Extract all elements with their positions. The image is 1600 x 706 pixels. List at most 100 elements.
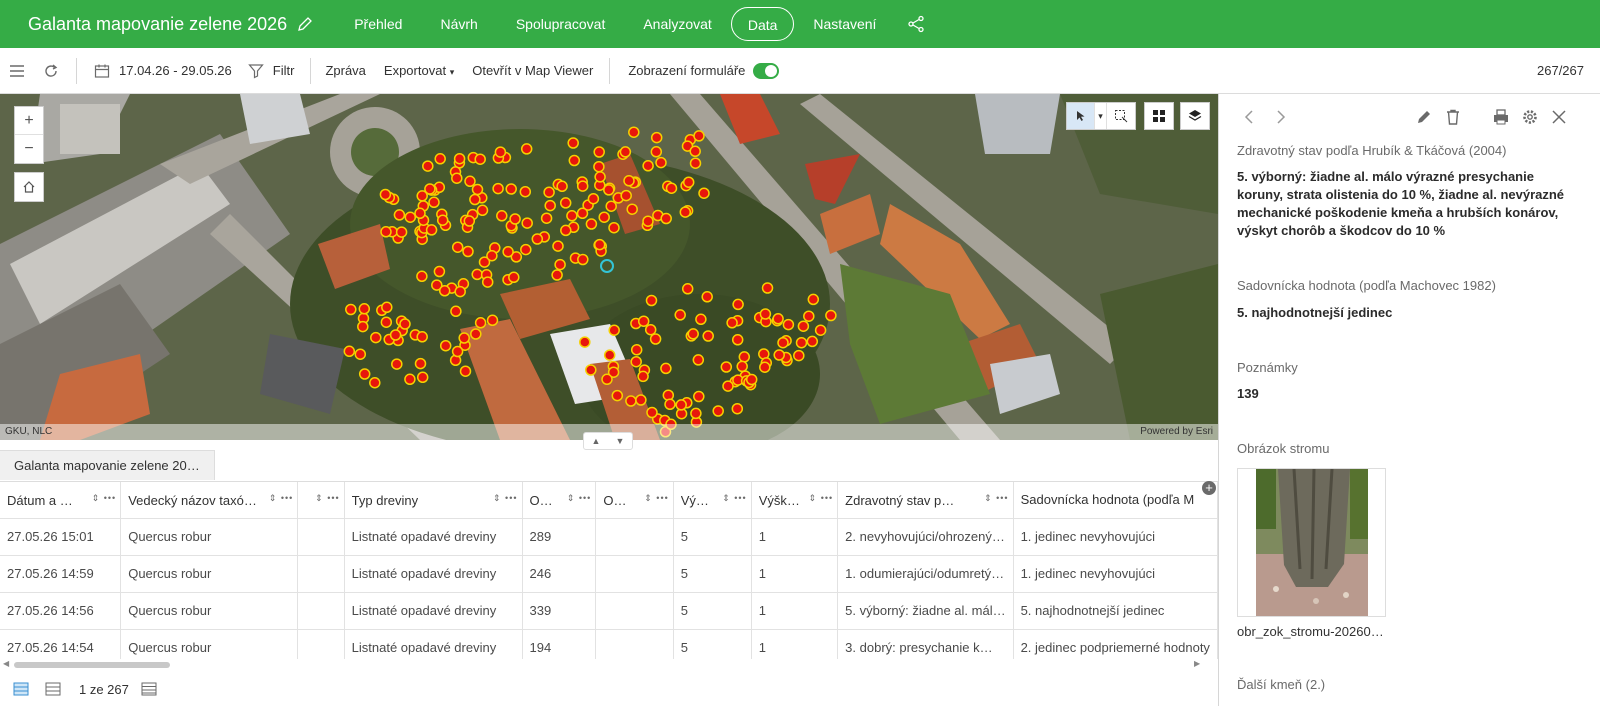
show-selected-records-icon[interactable] bbox=[45, 682, 61, 696]
tree-point[interactable] bbox=[554, 258, 566, 271]
next-icon[interactable] bbox=[1271, 108, 1289, 126]
tree-point[interactable] bbox=[436, 214, 449, 226]
table-cell[interactable]: 1 bbox=[751, 518, 839, 556]
tree-point[interactable] bbox=[556, 180, 568, 193]
table-cell[interactable]: 27.05.26 14:56 bbox=[0, 592, 122, 630]
tree-point[interactable] bbox=[692, 354, 705, 366]
tree-point[interactable] bbox=[646, 406, 658, 419]
previous-icon[interactable] bbox=[1241, 108, 1259, 126]
sort-menu-icon[interactable]: ⇕ ••• bbox=[92, 493, 117, 504]
share-icon[interactable] bbox=[907, 15, 925, 33]
tree-point[interactable] bbox=[630, 355, 642, 368]
add-column-icon[interactable]: + bbox=[1202, 481, 1216, 495]
tree-point[interactable] bbox=[731, 334, 744, 346]
tree-point[interactable] bbox=[665, 182, 678, 194]
tree-point[interactable] bbox=[702, 330, 714, 342]
table-cell[interactable]: 5 bbox=[673, 555, 752, 593]
settings-gear-icon[interactable] bbox=[1521, 108, 1539, 126]
chevron-down-icon[interactable]: ▼ bbox=[616, 436, 625, 446]
tree-point[interactable] bbox=[660, 212, 672, 225]
tree-point[interactable] bbox=[772, 313, 784, 325]
edit-icon[interactable] bbox=[1415, 108, 1433, 126]
edit-title-icon[interactable] bbox=[297, 16, 313, 32]
table-cell[interactable]: Listnaté opadavé dreviny bbox=[344, 555, 523, 593]
sort-menu-icon[interactable]: ⇕ ••• bbox=[644, 493, 669, 504]
table-cell[interactable]: 3. dobrý: presychanie k… bbox=[837, 629, 1014, 659]
tree-point[interactable] bbox=[428, 196, 440, 209]
tree-point[interactable] bbox=[391, 358, 403, 370]
column-header[interactable]: Vý… ⇕ ••• bbox=[673, 482, 752, 519]
tree-point[interactable] bbox=[505, 183, 517, 195]
delete-icon[interactable] bbox=[1444, 108, 1462, 126]
tree-point[interactable] bbox=[637, 370, 649, 383]
tree-point[interactable] bbox=[603, 184, 615, 196]
tree-point[interactable] bbox=[759, 308, 772, 320]
tree-point[interactable] bbox=[773, 349, 785, 361]
tree-point[interactable] bbox=[552, 240, 564, 252]
tree-point[interactable] bbox=[357, 320, 369, 333]
tree-point[interactable] bbox=[469, 193, 481, 206]
table-cell[interactable]: 5 bbox=[673, 518, 752, 556]
open-map-viewer-button[interactable]: Otevřít v Map Viewer bbox=[472, 63, 593, 78]
table-options-icon[interactable] bbox=[141, 682, 157, 696]
table-cell[interactable]: 2. jedinec podpriemerné hodnoty bbox=[1013, 629, 1218, 659]
attribution-right[interactable]: Powered by Esri bbox=[1140, 424, 1213, 440]
table-cell[interactable] bbox=[595, 518, 674, 556]
tree-point[interactable] bbox=[690, 407, 702, 420]
tree-point[interactable] bbox=[416, 270, 428, 283]
tree-point[interactable] bbox=[701, 291, 713, 303]
tree-point[interactable] bbox=[807, 293, 820, 306]
tree-point[interactable] bbox=[689, 145, 701, 158]
tree-point[interactable] bbox=[481, 276, 494, 288]
tree-point[interactable] bbox=[587, 192, 600, 205]
tree-point[interactable] bbox=[345, 303, 357, 316]
table-row[interactable]: 27.05.26 14:54 Quercus robur Listnaté opad… bbox=[0, 629, 1218, 659]
tree-point[interactable] bbox=[593, 160, 605, 173]
tree-point[interactable] bbox=[732, 298, 744, 311]
tree-point[interactable] bbox=[380, 226, 392, 238]
table-cell[interactable]: 246 bbox=[522, 555, 597, 593]
box-select-button[interactable] bbox=[1107, 103, 1135, 129]
scrollbar-thumb[interactable] bbox=[14, 662, 170, 668]
table-cell[interactable] bbox=[297, 518, 345, 556]
tree-point[interactable] bbox=[649, 333, 662, 345]
tree-point[interactable] bbox=[585, 218, 598, 230]
tree-point[interactable] bbox=[635, 394, 647, 406]
sort-menu-icon[interactable]: ⇕ ••• bbox=[722, 493, 747, 504]
tree-point[interactable] bbox=[722, 380, 734, 392]
nav-analyze[interactable]: Analyzovat bbox=[624, 7, 730, 41]
tree-point[interactable] bbox=[381, 301, 393, 314]
tree-point[interactable] bbox=[433, 265, 446, 278]
column-header[interactable]: Zdravotný stav p… ⇕ ••• bbox=[837, 482, 1014, 519]
tree-point[interactable] bbox=[438, 285, 451, 297]
tree-point[interactable] bbox=[492, 182, 504, 195]
tree-point[interactable] bbox=[803, 310, 815, 322]
tree-point[interactable] bbox=[496, 210, 508, 222]
tree-point[interactable] bbox=[593, 146, 605, 158]
table-cell[interactable]: 5. najhodnotnejší jedinec bbox=[1013, 592, 1218, 630]
layers-button[interactable] bbox=[1181, 103, 1209, 129]
tree-point[interactable] bbox=[369, 376, 381, 389]
table-cell[interactable]: Listnaté opadavé dreviny bbox=[344, 629, 523, 659]
table-cell[interactable]: 27.05.26 14:54 bbox=[0, 629, 122, 659]
tree-point[interactable] bbox=[759, 361, 771, 373]
grid-view-button[interactable] bbox=[1145, 103, 1173, 129]
show-all-records-icon[interactable] bbox=[13, 682, 29, 696]
table-cell[interactable]: 5 bbox=[673, 592, 752, 630]
tree-point[interactable] bbox=[358, 303, 371, 315]
tree-point[interactable] bbox=[464, 175, 476, 188]
column-header[interactable]: Výšk… ⇕ ••• bbox=[751, 482, 839, 519]
tree-point[interactable] bbox=[508, 271, 520, 284]
column-header[interactable]: Vedecký názov taxó… ⇕ ••• bbox=[120, 482, 299, 519]
refresh-icon[interactable] bbox=[43, 63, 59, 79]
tree-point[interactable] bbox=[645, 294, 658, 307]
sort-menu-icon[interactable]: ⇕ ••• bbox=[809, 493, 834, 504]
nav-data[interactable]: Data bbox=[730, 7, 795, 41]
tree-point[interactable] bbox=[416, 371, 429, 384]
tree-point[interactable] bbox=[611, 389, 624, 402]
layer-tab[interactable]: Galanta mapovanie zelene 20… bbox=[0, 450, 215, 480]
tree-point[interactable] bbox=[568, 154, 581, 167]
tree-point[interactable] bbox=[682, 176, 695, 188]
zoom-in-button[interactable]: + bbox=[15, 107, 43, 135]
tree-point[interactable] bbox=[414, 207, 426, 220]
